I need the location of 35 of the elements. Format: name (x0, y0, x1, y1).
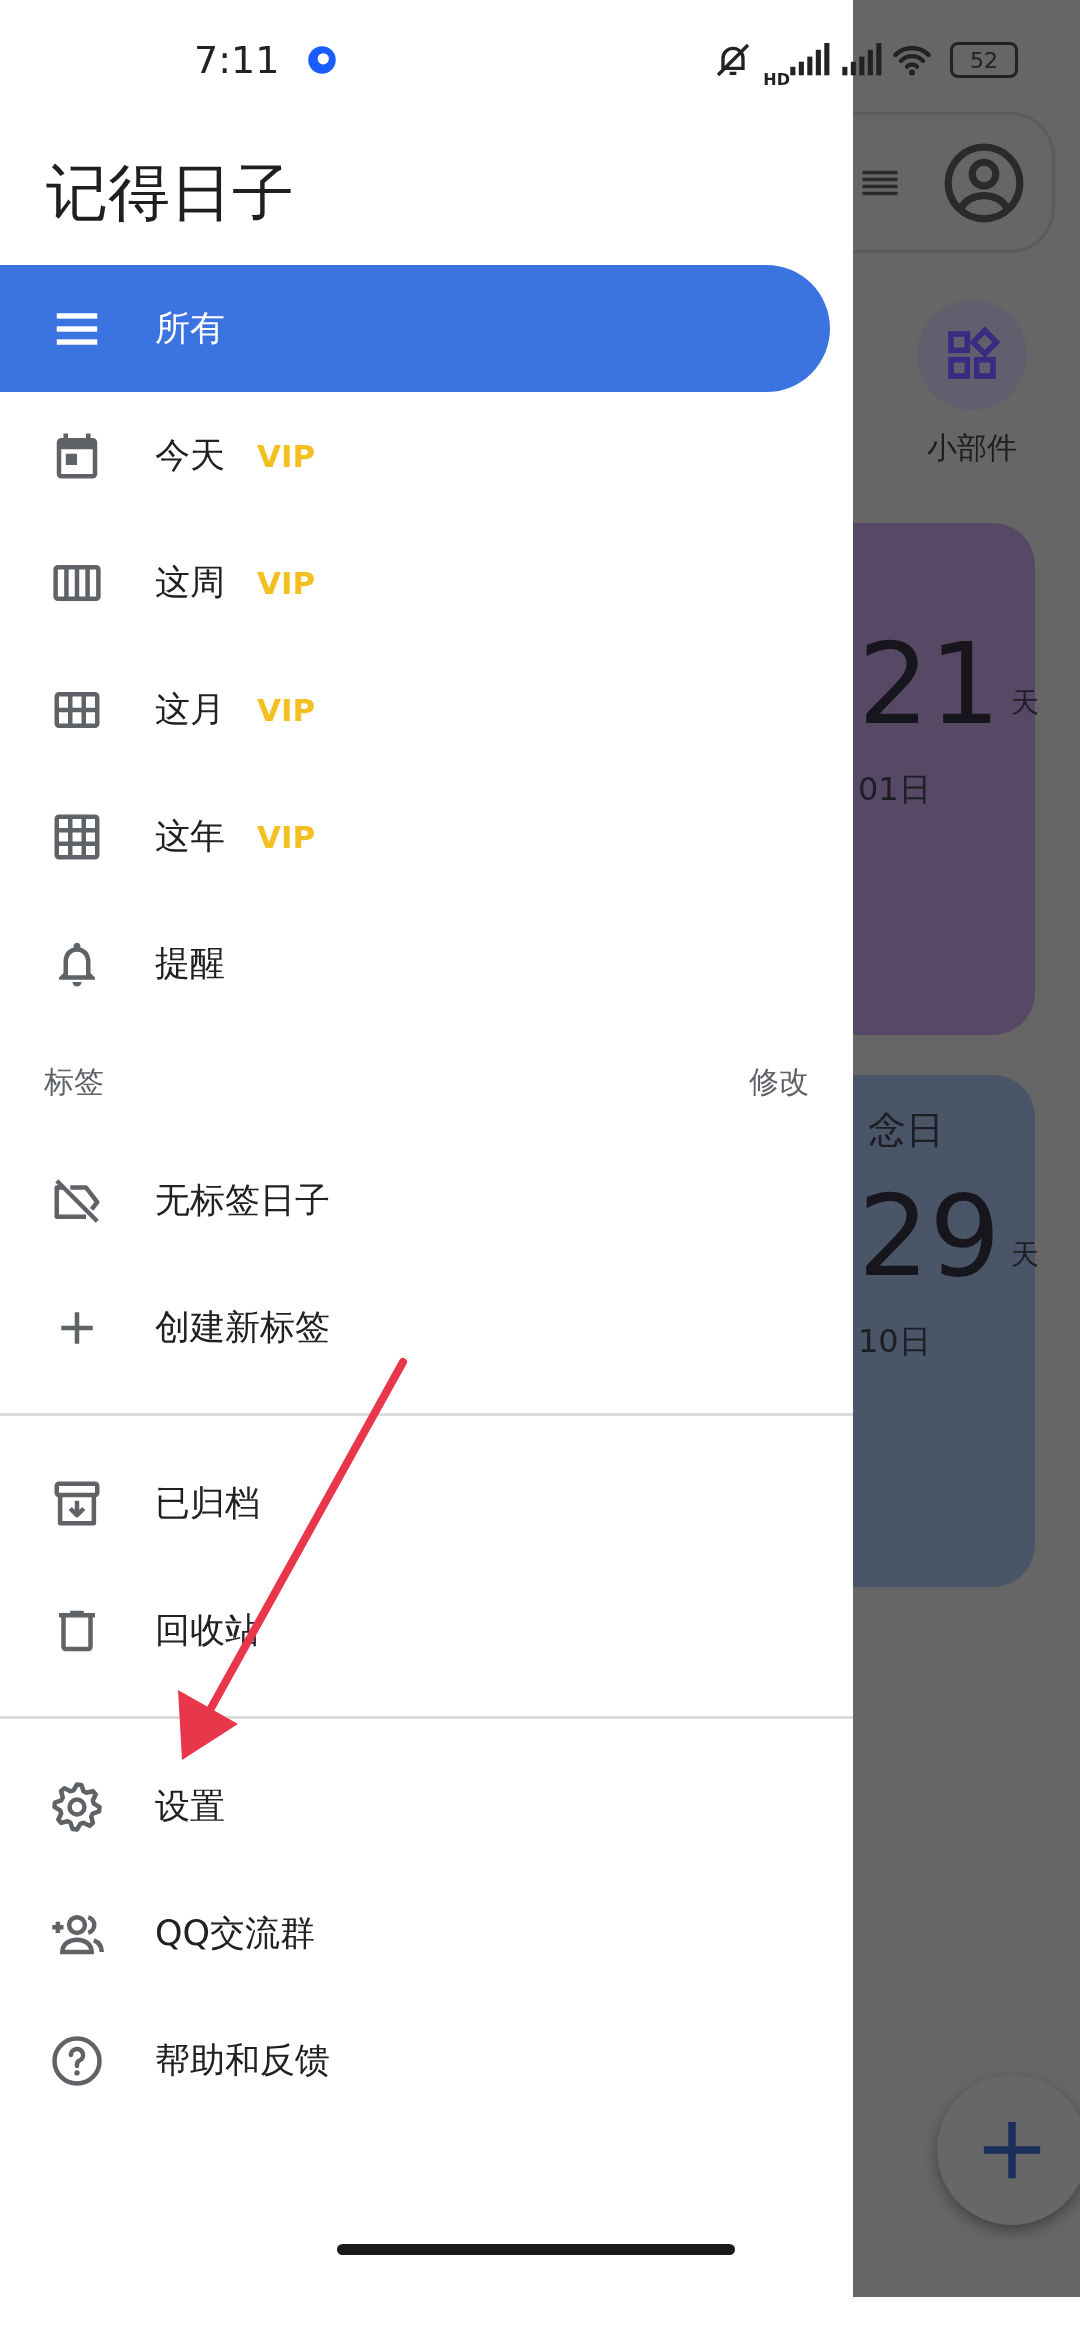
day-unit: 天 (1010, 685, 1039, 722)
day-count: 29 (858, 1175, 1001, 1299)
drawer-item[interactable]: 今天 VIP (0, 392, 830, 519)
drawer-item[interactable]: 已归档 (0, 1440, 830, 1567)
drawer-item[interactable]: 所有 (0, 265, 830, 392)
card-date: 01日 (858, 769, 932, 811)
status-time: 7:11 (194, 38, 280, 82)
drawer-item[interactable]: 这年 VIP (0, 773, 830, 900)
signal-icon (788, 43, 830, 77)
help-icon (50, 2033, 104, 2088)
drawer-item[interactable]: 设置 (0, 1743, 830, 1870)
card-title: 念日 (868, 1108, 944, 1152)
edit-link[interactable]: 修改 (749, 1061, 809, 1103)
settings-icon (50, 1779, 104, 1834)
widget-label: 小部件 (927, 429, 1017, 467)
day-unit: 天 (1010, 1237, 1039, 1274)
drawer-item[interactable]: 提醒 (0, 900, 830, 1027)
card-date: 10日 (858, 1321, 932, 1363)
notification-icon (307, 45, 338, 75)
drawer-item[interactable]: 帮助和反馈 (0, 1997, 830, 2124)
vip-label: VIP (257, 818, 316, 855)
app-title: 记得日子 (45, 154, 295, 231)
vip-label: VIP (257, 437, 316, 474)
battery-indicator: 52 (950, 42, 1018, 78)
section-header: 标签 (44, 1062, 104, 1101)
drawer-item[interactable]: 这周 VIP (0, 519, 830, 646)
drawer-item[interactable]: 这月 VIP (0, 646, 830, 773)
network-type: HD (763, 69, 790, 89)
signal-icon (840, 43, 882, 77)
day-count: 21 (858, 623, 1001, 747)
vip-label: VIP (257, 691, 316, 728)
drawer-item[interactable]: QQ交流群 (0, 1870, 830, 1997)
drawer-item[interactable]: 无标签日子 (0, 1137, 830, 1264)
drawer-item[interactable]: 创建新标签 (0, 1264, 830, 1391)
vip-label: VIP (257, 564, 316, 601)
